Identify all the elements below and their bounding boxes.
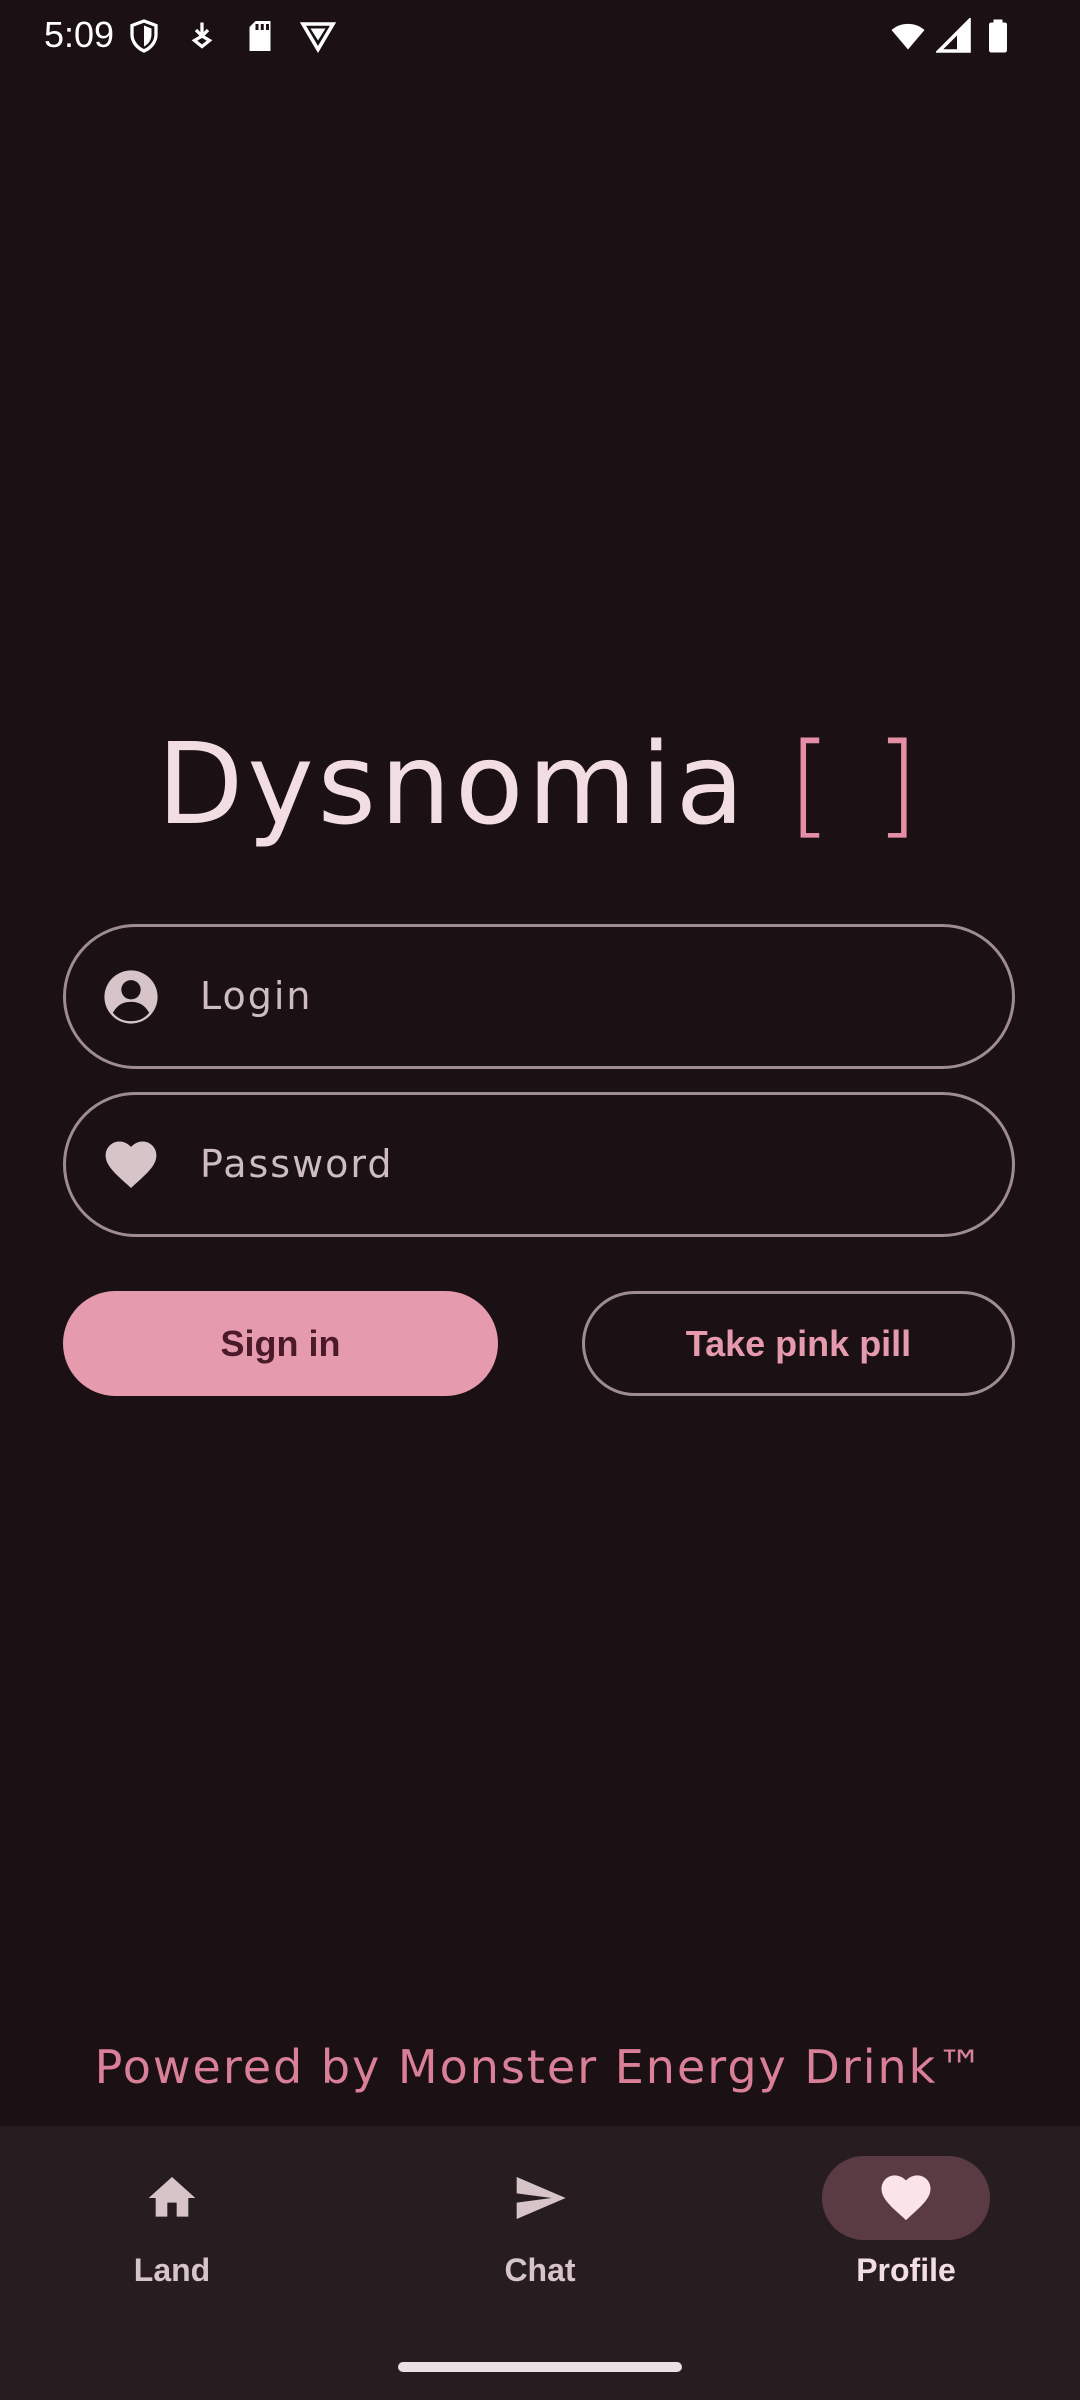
vpn-icon: [300, 18, 336, 54]
download-icon: [184, 18, 220, 54]
sign-in-button[interactable]: Sign in: [63, 1291, 498, 1396]
nav-icon-container: [88, 2156, 256, 2240]
nav-active-indicator: [822, 2156, 990, 2240]
shield-icon: [126, 18, 162, 54]
battery-icon: [980, 18, 1016, 54]
app-title-brackets: [ ]: [787, 720, 923, 850]
password-field[interactable]: Password: [63, 1092, 1015, 1237]
take-pink-pill-button[interactable]: Take pink pill: [582, 1291, 1015, 1396]
nav-label-land: Land: [133, 2252, 211, 2288]
nav-icon-container: [456, 2156, 624, 2240]
home-icon: [144, 2170, 200, 2226]
send-icon: [512, 2170, 568, 2226]
heart-icon: [878, 2170, 934, 2226]
nav-label-chat: Chat: [504, 2252, 576, 2288]
wifi-icon: [888, 18, 928, 54]
bottom-navigation: Land Chat Profile: [0, 2126, 1080, 2400]
login-field[interactable]: Login: [63, 924, 1015, 1069]
login-screen: 5:09 Dysnomia [ ] Login Password Sign in…: [0, 0, 1080, 2400]
app-title-text: Dysnomia: [157, 720, 749, 850]
status-time: 5:09: [44, 14, 115, 55]
nav-item-profile[interactable]: Profile: [806, 2156, 1006, 2316]
password-placeholder: Password: [200, 1142, 394, 1186]
app-title: Dysnomia [ ]: [0, 720, 1080, 850]
login-placeholder: Login: [200, 974, 313, 1018]
status-bar: 5:09: [0, 0, 1080, 72]
account-circle-icon: [102, 968, 160, 1026]
nav-item-land[interactable]: Land: [72, 2156, 272, 2316]
gesture-home-indicator[interactable]: [398, 2362, 682, 2372]
sd-card-icon: [242, 18, 278, 54]
signal-icon: [936, 18, 972, 54]
nav-item-chat[interactable]: Chat: [440, 2156, 640, 2316]
powered-by-text: Powered by Monster Energy Drink™: [94, 2040, 986, 2094]
heart-icon: [102, 1136, 160, 1194]
nav-label-profile: Profile: [856, 2252, 956, 2288]
